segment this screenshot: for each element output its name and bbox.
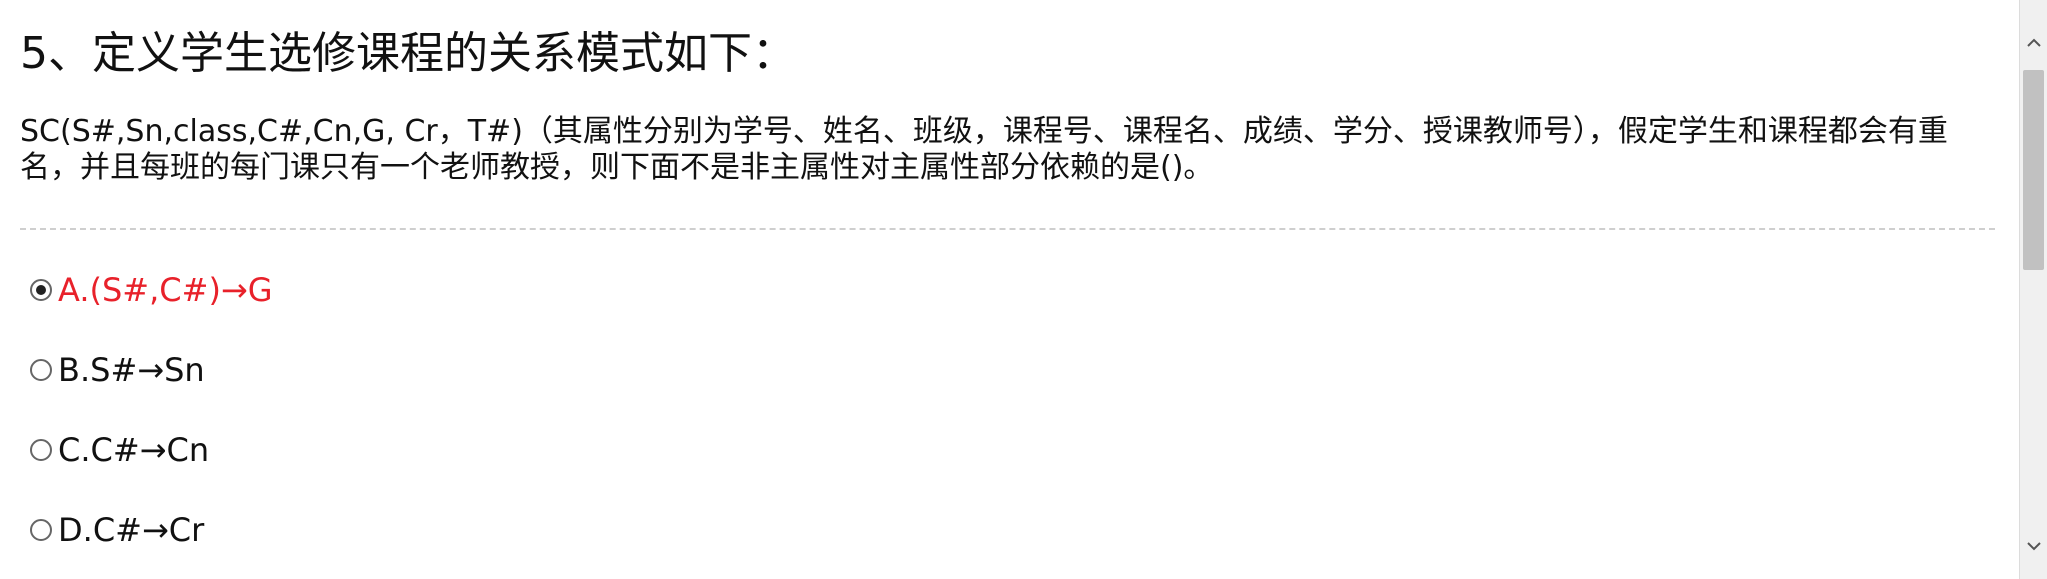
option-d-label: D.C#→Cr [58, 511, 205, 549]
question-body: SC(S#,Sn,class,C#,Cn,G, Cr，T#)（其属性分别为学号、… [20, 114, 1948, 185]
radio-button-d-icon[interactable] [30, 519, 52, 541]
radio-button-b-icon[interactable] [30, 359, 52, 381]
chevron-down-icon[interactable] [2020, 531, 2047, 561]
question-title: 5、定义学生选修课程的关系模式如下： [20, 28, 796, 79]
option-a-label: A.(S#,C#)→G [58, 271, 273, 309]
option-c-label: C.C#→Cn [58, 431, 210, 469]
dashed-divider [20, 228, 1995, 230]
radio-button-c-icon[interactable] [30, 439, 52, 461]
option-c[interactable]: C.C#→Cn [30, 430, 209, 470]
option-a[interactable]: A.(S#,C#)→G [30, 270, 273, 310]
question-content: 5、定义学生选修课程的关系模式如下： SC(S#,Sn,class,C#,Cn,… [20, 0, 2000, 579]
option-d[interactable]: D.C#→Cr [30, 510, 204, 550]
option-b[interactable]: B.S#→Sn [30, 350, 205, 390]
radio-button-a-icon[interactable] [30, 279, 52, 301]
option-b-label: B.S#→Sn [58, 351, 205, 389]
question-page: 5、定义学生选修课程的关系模式如下： SC(S#,Sn,class,C#,Cn,… [0, 0, 2047, 579]
chevron-up-icon[interactable] [2020, 28, 2047, 58]
scrollbar-thumb[interactable] [2023, 70, 2044, 270]
vertical-scrollbar[interactable] [2019, 0, 2047, 579]
